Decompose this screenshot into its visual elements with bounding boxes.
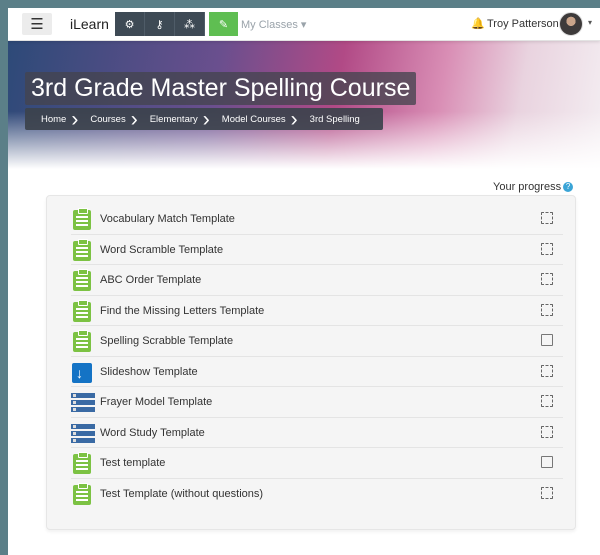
download-icon: ↓ [71,361,93,383]
clipboard-icon [71,269,93,291]
page-title: 3rd Grade Master Spelling Course [25,72,417,105]
list-item[interactable]: ↓ Slideshow Template [71,357,563,387]
activity-link[interactable]: Vocabulary Match Template [100,213,235,225]
completion-checkbox[interactable] [541,273,553,285]
activity-link[interactable]: Word Scramble Template [100,244,223,256]
completion-checkbox[interactable] [541,212,553,224]
my-classes-menu[interactable]: My Classes ▾ [241,18,306,31]
clipboard-icon [71,238,93,261]
activity-list: Vocabulary Match Template Word Scramble T… [71,204,563,508]
breadcrumb-item-elementary[interactable]: Elementary › [136,109,210,130]
completion-checkbox[interactable] [541,486,553,499]
admin-toolbar: ⚙ ⚷ ⁂ ✎ [115,12,238,36]
completion-checkbox[interactable] [541,425,553,438]
help-icon[interactable]: ? [563,182,574,193]
database-icon [71,391,95,413]
activity-link[interactable]: Test Template (without questions) [100,488,263,500]
clipboard-icon [71,299,93,322]
database-icon [71,422,95,444]
avatar[interactable] [559,12,583,36]
list-item[interactable]: Word Study Template [71,418,563,448]
course-header-banner: 3rd Grade Master Spelling Course Home › C… [8,41,600,169]
key-icon[interactable]: ⚷ [145,12,175,36]
list-item[interactable]: Word Scramble Template [71,235,563,265]
breadcrumb-item-model-courses[interactable]: Model Courses › [208,109,298,130]
top-navbar: ☰ iLearn ⚙ ⚷ ⁂ ✎ My Classes ▾ 🔔 Troy Pat… [8,8,600,41]
site-brand[interactable]: iLearn [70,16,109,32]
completion-checkbox[interactable] [541,334,553,346]
clipboard-icon [71,208,93,230]
clipboard-icon [71,452,93,474]
clipboard-icon [71,330,93,352]
activity-link[interactable]: Word Study Template [100,427,205,439]
user-menu-caret-icon[interactable]: ▾ [588,18,592,27]
user-name[interactable]: Troy Patterson [487,18,559,30]
list-item[interactable]: Frayer Model Template [71,387,563,418]
activity-link[interactable]: Frayer Model Template [100,396,212,408]
breadcrumb-item-home[interactable]: Home › [27,109,78,130]
your-progress-label: Your progress? [493,181,574,193]
activity-link[interactable]: Find the Missing Letters Template [100,305,264,317]
my-classes-label: My Classes [241,19,298,31]
list-item[interactable]: Vocabulary Match Template [71,204,563,235]
list-item[interactable]: Spelling Scrabble Template [71,326,563,357]
breadcrumb-item-3rd-spelling[interactable]: 3rd Spelling [296,114,370,125]
edit-icon[interactable]: ✎ [209,12,238,36]
bell-icon[interactable]: 🔔 [471,17,485,30]
settings-icon[interactable]: ⚙ [115,12,145,36]
list-item[interactable]: Find the Missing Letters Template [71,296,563,326]
list-item[interactable]: Test Template (without questions) [71,479,563,509]
hamburger-icon[interactable]: ☰ [22,13,52,35]
breadcrumb: Home › Courses › Elementary › Model Courses… [25,108,383,130]
activity-link[interactable]: Spelling Scrabble Template [100,335,233,347]
activity-link[interactable]: Slideshow Template [100,366,198,378]
completion-checkbox[interactable] [541,364,553,377]
chevron-down-icon: ▾ [300,19,307,31]
completion-checkbox[interactable] [541,242,553,255]
activity-link[interactable]: ABC Order Template [100,274,201,286]
list-item[interactable]: ABC Order Template [71,265,563,296]
activity-link[interactable]: Test template [100,457,165,469]
clipboard-icon [71,482,93,505]
sitemap-icon[interactable]: ⁂ [175,12,205,36]
list-item[interactable]: Test template [71,448,563,479]
activity-list-card: Vocabulary Match Template Word Scramble T… [46,195,576,530]
completion-checkbox[interactable] [541,303,553,316]
completion-checkbox[interactable] [541,456,553,468]
completion-checkbox[interactable] [541,395,553,407]
app-window: ☰ iLearn ⚙ ⚷ ⁂ ✎ My Classes ▾ 🔔 Troy Pat… [8,8,600,555]
breadcrumb-item-courses[interactable]: Courses › [76,109,137,130]
